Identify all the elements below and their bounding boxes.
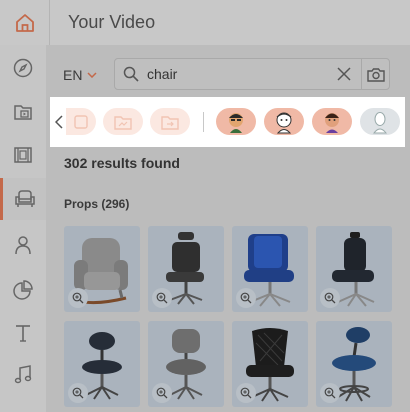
chevron-left-icon xyxy=(55,115,63,129)
prop-card[interactable] xyxy=(316,321,392,407)
camera-icon xyxy=(366,67,385,82)
section-title-props: Props (296) xyxy=(64,197,130,211)
app-window: Your Video EN chair 302 results found Pr… xyxy=(0,0,410,412)
language-select[interactable]: EN xyxy=(63,67,97,83)
sidebar-item-scenes[interactable] xyxy=(0,135,46,175)
preview-button[interactable] xyxy=(236,288,256,308)
prop-card[interactable] xyxy=(64,226,140,312)
prop-card[interactable] xyxy=(232,226,308,312)
zoom-in-icon xyxy=(156,387,168,399)
film-icon xyxy=(14,147,32,163)
preview-button[interactable] xyxy=(68,383,88,403)
sidebar-item-props[interactable] xyxy=(0,178,46,220)
preview-button[interactable] xyxy=(68,288,88,308)
image-search-button[interactable] xyxy=(361,59,389,89)
search-box: chair xyxy=(114,58,390,90)
sidebar-item-media[interactable] xyxy=(0,92,46,132)
character-chip[interactable] xyxy=(216,108,256,135)
character-avatar-icon xyxy=(229,112,243,133)
pie-chart-icon xyxy=(13,280,33,300)
preview-button[interactable] xyxy=(152,288,172,308)
frame-icon xyxy=(74,114,88,129)
character-chip[interactable] xyxy=(312,108,352,135)
character-chip[interactable] xyxy=(360,108,400,135)
search-input[interactable]: chair xyxy=(147,66,333,82)
home-icon xyxy=(15,13,34,32)
sidebar xyxy=(0,45,46,412)
character-avatar-icon xyxy=(276,112,292,133)
carousel-prev-button[interactable] xyxy=(52,111,66,133)
preview-button[interactable] xyxy=(236,383,256,403)
zoom-in-icon xyxy=(72,292,84,304)
category-carousel xyxy=(50,97,405,147)
page-title: Your Video xyxy=(68,12,156,32)
text-icon xyxy=(16,325,30,342)
folder-image-icon xyxy=(114,115,132,130)
sidebar-item-explore[interactable] xyxy=(0,48,46,88)
chevron-down-icon xyxy=(87,72,97,78)
close-icon xyxy=(337,67,351,81)
zoom-in-icon xyxy=(324,387,336,399)
results-count: 302 results found xyxy=(64,155,180,171)
clear-search-button[interactable] xyxy=(333,63,355,85)
preview-button[interactable] xyxy=(320,288,340,308)
search-icon xyxy=(123,66,139,82)
character-avatar-icon xyxy=(325,112,339,133)
language-label: EN xyxy=(63,67,83,83)
carousel-divider xyxy=(203,112,204,132)
prop-card[interactable] xyxy=(64,321,140,407)
character-chip[interactable] xyxy=(264,108,304,135)
folder-export-icon xyxy=(161,115,179,130)
carousel-chip[interactable] xyxy=(66,108,96,135)
media-library-icon xyxy=(14,105,32,120)
music-icon xyxy=(14,365,32,384)
prop-card[interactable] xyxy=(232,321,308,407)
carousel-chip[interactable] xyxy=(150,108,190,135)
chair-icon xyxy=(14,190,35,207)
sidebar-item-charts[interactable] xyxy=(0,270,46,310)
carousel-chip[interactable] xyxy=(103,108,143,135)
sidebar-item-audio[interactable] xyxy=(0,355,46,395)
zoom-in-icon xyxy=(324,292,336,304)
preview-button[interactable] xyxy=(320,383,340,403)
zoom-in-icon xyxy=(156,292,168,304)
prop-card[interactable] xyxy=(316,226,392,312)
title-bar: Your Video xyxy=(0,0,410,45)
sidebar-item-text[interactable] xyxy=(0,313,46,353)
prop-card[interactable] xyxy=(148,321,224,407)
home-button[interactable] xyxy=(0,0,50,45)
sidebar-item-characters[interactable] xyxy=(0,225,46,265)
preview-button[interactable] xyxy=(152,383,172,403)
compass-icon xyxy=(13,58,33,78)
prop-card[interactable] xyxy=(148,226,224,312)
person-icon xyxy=(15,236,31,255)
zoom-in-icon xyxy=(72,387,84,399)
zoom-in-icon xyxy=(240,292,252,304)
character-avatar-icon xyxy=(372,111,388,133)
zoom-in-icon xyxy=(240,387,252,399)
